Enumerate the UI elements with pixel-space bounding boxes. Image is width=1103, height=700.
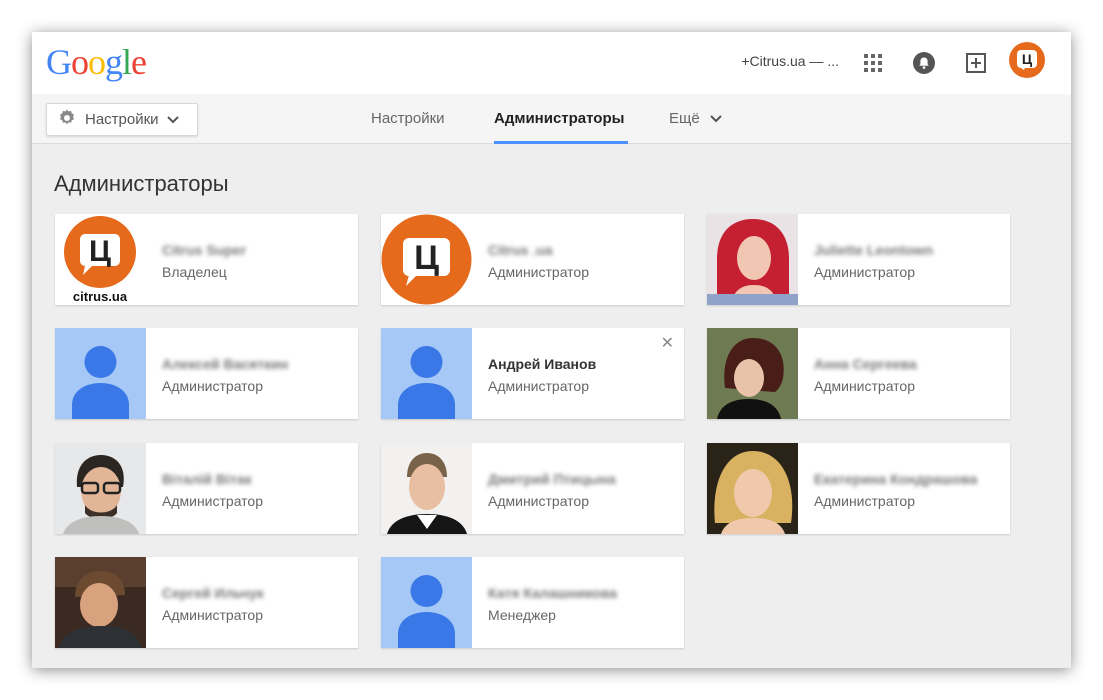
avatar-letter: Ц — [1022, 51, 1033, 67]
admin-role: Администратор — [488, 264, 590, 280]
settings-button-label: Настройки — [85, 111, 159, 128]
admin-role: Администратор — [162, 493, 264, 509]
profile-photo — [55, 443, 146, 534]
profile-photo — [707, 328, 798, 419]
admin-card[interactable]: Катя Калашникова Менеджер — [381, 557, 684, 648]
admin-role: Менеджер — [488, 607, 556, 623]
logo-letter: G — [46, 42, 72, 82]
tab-more[interactable]: Ещё — [669, 109, 722, 129]
sub-navigation-bar: Настройки Настройки Администраторы Ещё — [32, 94, 1071, 144]
browser-frame: Google +Citrus.ua — ... Ц Настройки Наст… — [32, 32, 1071, 668]
admin-role: Администратор — [814, 378, 916, 394]
admin-role: Администратор — [162, 607, 264, 623]
default-avatar-icon — [55, 328, 146, 419]
default-avatar-icon — [381, 328, 472, 419]
citrus-logo-caption: citrus.ua — [73, 289, 128, 304]
svg-text:Ц: Ц — [414, 239, 439, 277]
profile-photo — [55, 557, 146, 648]
account-label[interactable]: +Citrus.ua — ... — [741, 52, 839, 70]
tab-more-label: Ещё — [669, 110, 700, 127]
admin-card[interactable]: Ц citrus.ua Citrus Super Владелец — [55, 214, 358, 305]
user-avatar[interactable]: Ц — [1009, 42, 1045, 78]
logo-letter: g — [105, 42, 123, 82]
admin-name[interactable]: Juliette Leontown — [814, 241, 933, 259]
logo-letter: e — [131, 42, 147, 82]
google-logo[interactable]: Google — [46, 40, 147, 84]
page-title: Администраторы — [54, 171, 229, 196]
admin-name[interactable]: Екатерина Кондрашова — [814, 470, 977, 488]
admin-role: Администратор — [488, 378, 590, 394]
chevron-down-icon — [709, 109, 722, 129]
admin-card[interactable]: Андрей Иванов Администратор ✕ — [381, 328, 684, 419]
admin-card[interactable]: Алексей Васяткин Администратор — [55, 328, 358, 419]
admin-name[interactable]: Сергей Ильчук — [162, 584, 264, 602]
apps-grid-icon[interactable] — [858, 48, 888, 78]
citrus-logo-avatar: Ц citrus.ua — [55, 214, 146, 305]
citrus-logo-avatar: Ц — [381, 214, 472, 305]
admin-card[interactable]: Дмитрий Птицына Администратор — [381, 443, 684, 534]
settings-dropdown-button[interactable]: Настройки — [46, 103, 198, 136]
admin-card[interactable]: Сергей Ильчук Администратор — [55, 557, 358, 648]
admin-card[interactable]: Ц Citrus .ua Администратор — [381, 214, 684, 305]
admin-card[interactable]: Анна Сергеева Администратор — [707, 328, 1010, 419]
share-plus-icon[interactable] — [961, 48, 991, 78]
admin-card[interactable]: Віталій Вітак Администратор — [55, 443, 358, 534]
active-tab-indicator — [494, 141, 628, 144]
chevron-down-icon — [166, 111, 179, 128]
admin-name[interactable]: Алексей Васяткин — [162, 355, 288, 373]
logo-letter: l — [122, 42, 132, 82]
admin-name[interactable]: Дмитрий Птицына — [488, 470, 616, 488]
gear-icon — [57, 108, 77, 132]
admin-role: Администратор — [488, 493, 590, 509]
notifications-bell-icon[interactable] — [909, 48, 939, 78]
profile-photo — [707, 443, 798, 534]
admin-name[interactable]: Андрей Иванов — [488, 355, 596, 373]
admin-role: Администратор — [162, 378, 264, 394]
admin-name[interactable]: Анна Сергеева — [814, 355, 917, 373]
tab-administrators[interactable]: Администраторы — [494, 109, 624, 129]
default-avatar-icon — [381, 557, 472, 648]
logo-letter: o — [71, 42, 89, 82]
profile-photo — [381, 443, 472, 534]
profile-photo — [707, 214, 798, 305]
admin-name[interactable]: Катя Калашникова — [488, 584, 617, 602]
admin-name[interactable]: Citrus .ua — [488, 241, 553, 259]
admin-card[interactable]: Juliette Leontown Администратор — [707, 214, 1010, 305]
top-bar: Google +Citrus.ua — ... Ц — [32, 32, 1071, 94]
admin-role: Администратор — [814, 264, 916, 280]
admin-name[interactable]: Citrus Super — [162, 241, 246, 259]
remove-admin-close-icon[interactable]: ✕ — [661, 336, 674, 352]
admin-role: Владелец — [162, 264, 227, 280]
svg-text:Ц: Ц — [89, 235, 111, 268]
logo-letter: o — [88, 42, 106, 82]
admin-name[interactable]: Віталій Вітак — [162, 470, 252, 488]
admin-role: Администратор — [814, 493, 916, 509]
tab-settings[interactable]: Настройки — [371, 109, 445, 129]
admin-card[interactable]: Екатерина Кондрашова Администратор — [707, 443, 1010, 534]
